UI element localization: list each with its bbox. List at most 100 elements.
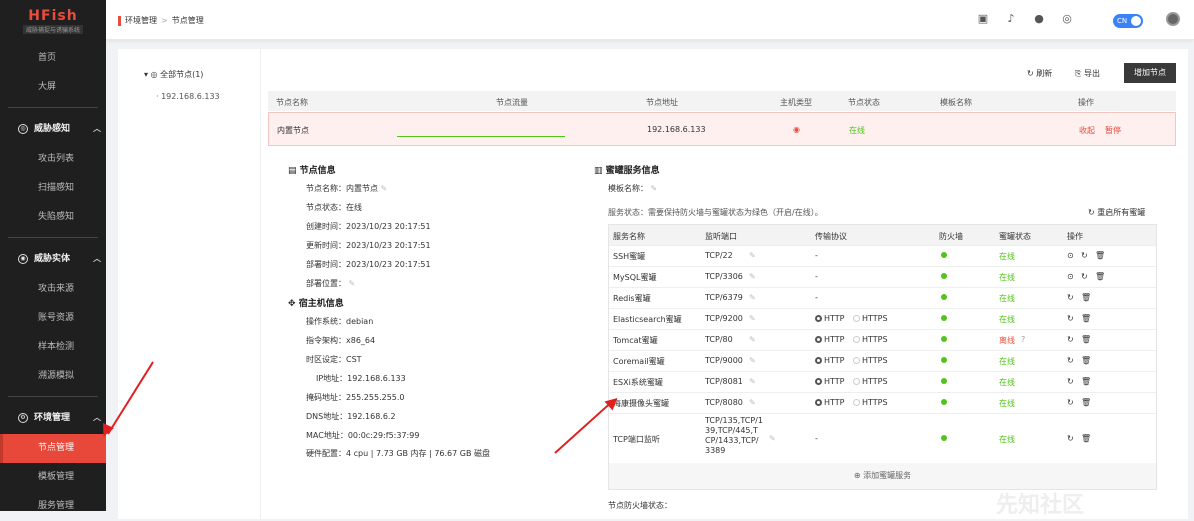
edit-icon[interactable]: ✎ (749, 251, 756, 260)
stop-icon[interactable]: ⊙ (1067, 272, 1074, 281)
sidebar-item-compromise[interactable]: 失陷感知 (0, 203, 106, 232)
protocol-https-radio[interactable]: HTTPS (853, 398, 888, 407)
trash-icon[interactable]: 🗑 (1081, 377, 1091, 386)
edit-icon[interactable]: ✎ (749, 314, 756, 323)
sidebar-group-threat-entity[interactable]: ◉ 威胁实体 ︿ (0, 243, 106, 275)
table-row[interactable]: 内置节点 192.168.6.133 ◉ 在线 收起 暂停 (268, 112, 1176, 146)
chat-icon[interactable]: ● (1032, 12, 1046, 26)
edit-icon[interactable]: ✎ (749, 377, 756, 386)
sidebar-item-service[interactable]: 服务管理 (0, 492, 106, 521)
edit-icon[interactable]: ✎ (749, 293, 756, 302)
service-row[interactable]: TCP端口监听 TCP/135,TCP/139,TCP/445,TCP/1433,… (609, 413, 1156, 463)
sidebar-item-home[interactable]: 首页 (0, 44, 106, 73)
tree-node[interactable]: · 192.168.6.133 (156, 92, 220, 101)
service-row[interactable]: Coremail蜜罐 TCP/9000 ✎ HTTP HTTPS 在线 ↻ 🗑 (609, 350, 1156, 371)
protocol-http-radio[interactable]: HTTP (815, 314, 844, 323)
bell-icon[interactable]: ♪ (1004, 12, 1018, 26)
service-row[interactable]: 海康摄像头蜜罐 TCP/8080 ✎ HTTP HTTPS 在线 ↻ 🗑 (609, 392, 1156, 413)
restart-icon[interactable]: ↻ (1081, 272, 1088, 281)
restart-icon[interactable]: ↻ (1067, 335, 1074, 344)
node-table-header: 节点名称 节点流量 节点地址 主机类型 节点状态 模板名称 操作 (268, 91, 1176, 111)
refresh-icon: ↻ (1027, 69, 1037, 78)
edit-icon[interactable]: ✎ (749, 356, 756, 365)
edit-icon[interactable]: ✎ (749, 272, 756, 281)
protocol-http-radio[interactable]: HTTP (815, 398, 844, 407)
service-row[interactable]: Tomcat蜜罐 TCP/80 ✎ HTTP HTTPS 离线? ↻ 🗑 (609, 329, 1156, 350)
sidebar-item-sample[interactable]: 样本检测 (0, 333, 106, 362)
protocol-https-radio[interactable]: HTTPS (853, 314, 888, 323)
trash-icon[interactable]: 🗑 (1081, 434, 1091, 443)
node-status-field: 节点状态：在线 (306, 203, 362, 212)
edit-icon[interactable]: ✎ (349, 279, 356, 288)
settings-icon[interactable]: ◎ (1060, 12, 1074, 26)
service-row[interactable]: ESXi系统蜜罐 TCP/8081 ✎ HTTP HTTPS 在线 ↻ 🗑 (609, 371, 1156, 392)
sidebar-item-trace[interactable]: 溯源模拟 (0, 362, 106, 391)
trash-icon[interactable]: 🗑 (1081, 356, 1091, 365)
trash-icon[interactable]: 🗑 (1081, 335, 1091, 344)
tree-node-label: 192.168.6.133 (161, 92, 220, 101)
sidebar-item-scan[interactable]: 扫描感知 (0, 174, 106, 203)
sidebar-item-bigscreen[interactable]: 大屏 (0, 73, 106, 102)
add-node-button[interactable]: 增加节点 (1124, 63, 1176, 83)
protocol-http-radio[interactable]: HTTP (815, 335, 844, 344)
dns-field: DNS地址：192.168.6.2 (306, 412, 396, 421)
tree-root[interactable]: ▾ ◎ 全部节点(1) (144, 69, 203, 80)
restart-icon[interactable]: ↻ (1067, 293, 1074, 302)
add-service-label: 添加蜜罐服务 (863, 471, 912, 480)
radio-on-icon (815, 357, 822, 364)
sidebar-item-attack-list[interactable]: 攻击列表 (0, 145, 106, 174)
tz-field: 时区设定：CST (306, 355, 362, 364)
sidebar-group-env[interactable]: ⚙ 环境管理 ︿ (0, 402, 106, 434)
help-icon[interactable]: ? (1021, 335, 1025, 344)
col-header: 节点状态 (848, 98, 880, 107)
service-row[interactable]: MySQL蜜罐 TCP/3306 ✎ - 在线 ⊙ ↻ 🗑 (609, 266, 1156, 287)
sidebar-item-attack-source[interactable]: 攻击来源 (0, 275, 106, 304)
app-logo[interactable]: HFish 威胁捕捉与诱骗系统 (0, 0, 106, 38)
col-header: 节点流量 (496, 98, 528, 107)
breadcrumb-parent[interactable]: 环境管理 (125, 16, 157, 25)
restart-all-button[interactable]: ↻ 重启所有蜜罐 (1088, 207, 1145, 218)
sidebar-group-threat-perception[interactable]: ◎ 威胁感知 ︿ (0, 113, 106, 145)
firewall-dot-icon (941, 251, 947, 260)
protocol-https-radio[interactable]: HTTPS (853, 356, 888, 365)
col-header: 主机类型 (780, 98, 812, 107)
edit-icon[interactable]: ✎ (769, 434, 776, 443)
edit-icon[interactable]: ✎ (381, 184, 388, 193)
restart-icon[interactable]: ↻ (1067, 434, 1074, 443)
collapse-link[interactable]: 收起 (1079, 125, 1095, 136)
restart-icon[interactable]: ↻ (1067, 398, 1074, 407)
avatar[interactable] (1166, 12, 1180, 26)
trash-icon[interactable]: 🗑 (1095, 251, 1105, 260)
protocol-http-radio[interactable]: HTTP (815, 356, 844, 365)
sidebar-item-account[interactable]: 账号资源 (0, 304, 106, 333)
restart-icon[interactable]: ↻ (1067, 377, 1074, 386)
service-row[interactable]: Redis蜜罐 TCP/6379 ✎ - 在线 ↻ 🗑 (609, 287, 1156, 308)
trash-icon[interactable]: 🗑 (1081, 293, 1091, 302)
restart-icon[interactable]: ↻ (1067, 314, 1074, 323)
protocol-https-radio[interactable]: HTTPS (853, 335, 888, 344)
trash-icon[interactable]: 🗑 (1095, 272, 1105, 281)
sidebar-item-template[interactable]: 模板管理 (0, 463, 106, 492)
col-header: 模板名称 (940, 98, 972, 107)
service-state: 在线 (999, 294, 1015, 303)
add-service-button[interactable]: ⊕ 添加蜜罐服务 (609, 463, 1156, 489)
host-icon: ✥ (288, 299, 299, 309)
pause-link[interactable]: 暂停 (1105, 125, 1121, 136)
trash-icon[interactable]: 🗑 (1081, 314, 1091, 323)
sidebar-item-node-management[interactable]: 节点管理 (0, 434, 106, 463)
restart-icon[interactable]: ↻ (1067, 356, 1074, 365)
trash-icon[interactable]: 🗑 (1081, 398, 1091, 407)
language-toggle[interactable]: CN (1113, 14, 1143, 28)
edit-icon[interactable]: ✎ (651, 184, 658, 193)
service-row[interactable]: SSH蜜罐 TCP/22 ✎ - 在线 ⊙ ↻ 🗑 (609, 245, 1156, 266)
stop-icon[interactable]: ⊙ (1067, 251, 1074, 260)
edit-icon[interactable]: ✎ (749, 335, 756, 344)
edit-icon[interactable]: ✎ (749, 398, 756, 407)
restart-icon[interactable]: ↻ (1081, 251, 1088, 260)
book-icon[interactable]: ▣ (976, 12, 990, 26)
refresh-button[interactable]: ↻ 刷新 (1027, 68, 1052, 79)
service-row[interactable]: Elasticsearch蜜罐 TCP/9200 ✎ HTTP HTTPS 在线 ↻ 🗑 (609, 308, 1156, 329)
protocol-http-radio[interactable]: HTTP (815, 377, 844, 386)
protocol-https-radio[interactable]: HTTPS (853, 377, 888, 386)
export-button[interactable]: ⎘ 导出 (1075, 68, 1100, 79)
